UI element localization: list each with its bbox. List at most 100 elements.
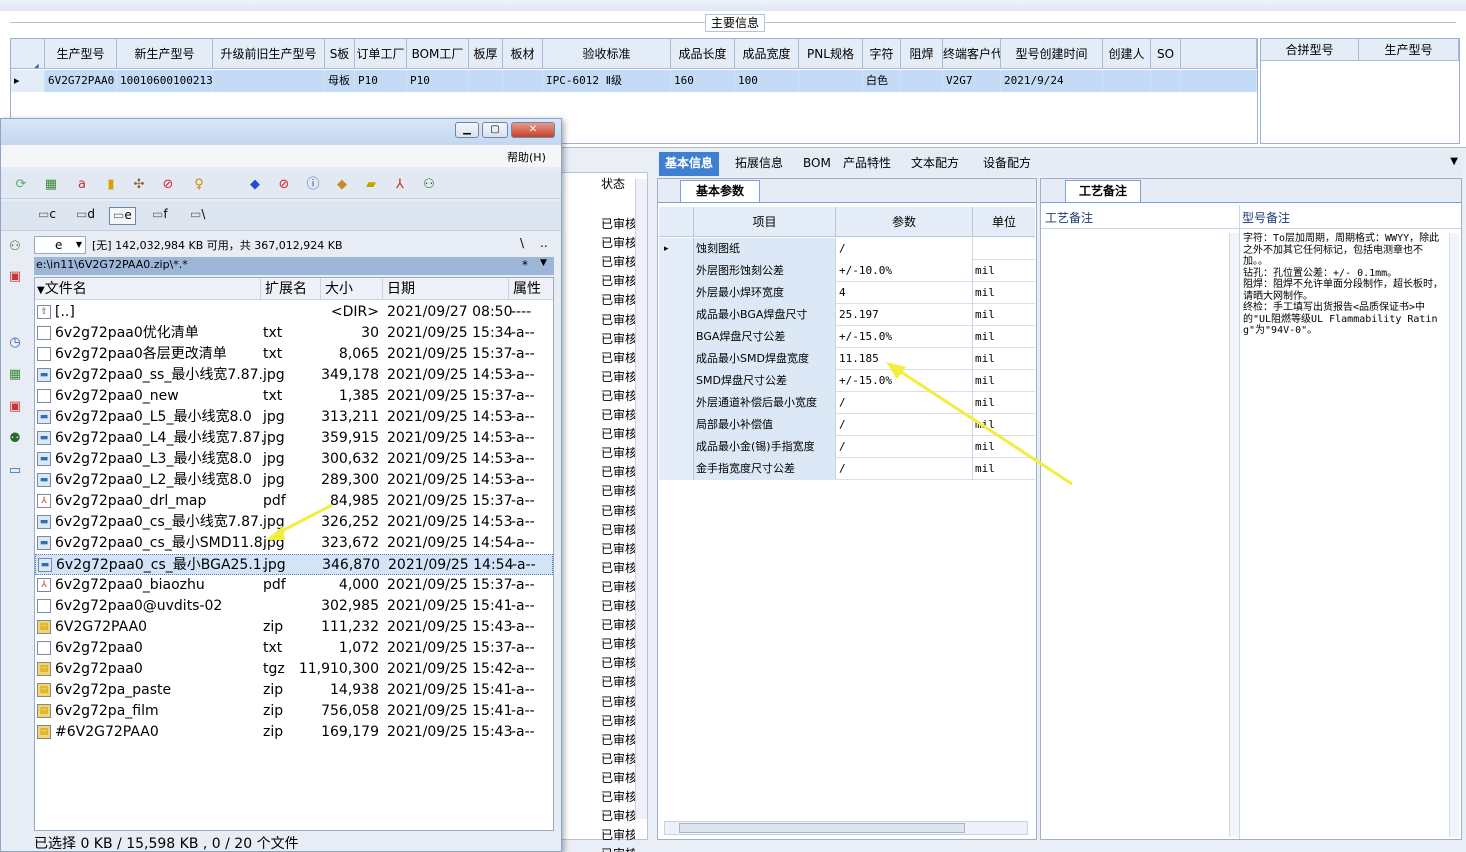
params-hscrollbar[interactable] <box>664 821 1028 835</box>
pdf-icon[interactable]: ⅄ <box>392 177 408 193</box>
file-row[interactable]: ▤ #6V2G72PAA0 zip 169,179 2021/09/25 15:43 -a… <box>35 722 553 743</box>
network-side-icon[interactable]: ⚇ <box>7 239 23 255</box>
main-cell[interactable] <box>1103 70 1151 92</box>
file-row[interactable]: ▤ 6v2g72paa0 tgz 11,910,300 2021/09/25 15:42… <box>35 659 553 680</box>
file-row[interactable]: ▬ 6v2g72paa0_cs_最小线宽7.87.. jpg 326,252 2021/… <box>35 512 553 533</box>
main-cell[interactable]: 母板 <box>325 70 355 92</box>
file-row[interactable]: ▬ 6v2g72paa0_L3_最小线宽8.0 jpg 300,632 2021/09/… <box>35 449 553 470</box>
main-cell[interactable]: P10 <box>407 70 469 92</box>
main-cell[interactable] <box>213 70 325 92</box>
status-header[interactable]: 状态 <box>601 175 625 192</box>
drive-button[interactable]: ▭\ <box>187 207 208 225</box>
main-col-header[interactable]: 终端客户代码 <box>943 39 1001 69</box>
production-model-header[interactable]: 生产型号 <box>1359 39 1459 61</box>
file-row[interactable]: ▤ 6v2g72pa_paste zip 14,938 2021/09/25 15:41… <box>35 680 553 701</box>
col-date[interactable]: 日期 <box>383 278 509 300</box>
main-col-header[interactable]: S板 <box>325 39 355 69</box>
main-cell[interactable]: P10 <box>355 70 407 92</box>
subtab-basic-params[interactable]: 基本参数 <box>680 180 760 202</box>
params-col-value[interactable]: 参数 <box>836 207 973 237</box>
clock-side-icon[interactable]: ◷ <box>7 335 23 351</box>
notes-scrollbar-right[interactable] <box>1449 233 1459 837</box>
menu-help[interactable]: 帮助(H) <box>507 149 546 165</box>
doc2-side-icon[interactable]: ▣ <box>7 399 23 415</box>
main-col-header[interactable]: PNL规格 <box>799 39 863 69</box>
file-row[interactable]: ▤ 6v2g72pa_film zip 756,058 2021/09/25 15:41… <box>35 701 553 722</box>
main-cell[interactable] <box>901 70 943 92</box>
main-cell[interactable]: 2021/9/24 <box>1001 70 1103 92</box>
main-cell[interactable] <box>799 70 863 92</box>
window-side-icon[interactable]: ▭ <box>7 463 23 479</box>
tab-3[interactable]: 产品特性 <box>837 152 897 176</box>
params-col-item[interactable]: 项目 <box>694 207 836 237</box>
drive-button[interactable]: ▭c <box>35 207 59 225</box>
param-value[interactable]: / <box>836 238 973 260</box>
tab-0[interactable]: 基本信息 <box>659 152 720 176</box>
param-value[interactable]: 4 <box>836 282 973 304</box>
file-row[interactable]: 6v2g72paa0各层更改清单 txt 8,065 2021/09/25 15:37… <box>35 344 553 365</box>
main-col-header[interactable]: 成品宽度 <box>735 39 799 69</box>
bookmark-icon[interactable]: ▮ <box>103 177 119 193</box>
main-col-header[interactable]: 生产型号 <box>45 39 117 69</box>
text-icon[interactable]: a <box>74 177 90 193</box>
file-row[interactable]: 6v2g72paa0@uvdits-02 302,985 2021/09/25 15… <box>35 596 553 617</box>
file-row[interactable]: ▬ 6v2g72paa0_cs_最小BGA25.1.. jpg 346,870 2021… <box>35 554 553 575</box>
row-indicator[interactable]: ▸ <box>11 70 45 92</box>
main-col-header[interactable]: 型号创建时间 <box>1001 39 1103 69</box>
parent-button[interactable]: .. <box>540 236 548 250</box>
param-value[interactable]: 25.197 <box>836 304 973 326</box>
main-cell[interactable]: 10010600100213 <box>117 70 213 92</box>
group-side-icon[interactable]: ⚉ <box>7 431 23 447</box>
network-icon[interactable]: ⚇ <box>421 177 437 193</box>
minimize-button[interactable]: ▁ <box>455 122 479 138</box>
param-value[interactable]: +/-15.0% <box>836 326 973 348</box>
tools-icon[interactable]: ✣ <box>131 177 147 193</box>
param-row[interactable]: 成品最小BGA焊盘尺寸 25.197 mil <box>659 304 1035 326</box>
col-filename[interactable]: ▼文件名 <box>35 278 261 300</box>
file-row[interactable]: ▬ 6v2g72paa0_cs_最小SMD11.8.. jpg 323,672 2021… <box>35 533 553 554</box>
param-row[interactable]: 外层图形蚀刻公差 +/-10.0% mil <box>659 260 1035 282</box>
main-cell[interactable]: IPC-6012 Ⅱ级 <box>543 70 671 92</box>
maximize-button[interactable]: ▢ <box>482 122 508 138</box>
history-dropdown-icon[interactable]: ▼ <box>540 258 547 268</box>
main-col-header[interactable]: 板厚 <box>469 39 503 69</box>
file-row[interactable]: ⇧ [..] <DIR> 2021/09/27 08:50 ---- <box>35 302 553 323</box>
main-cell[interactable]: 100 <box>735 70 799 92</box>
param-value[interactable]: +/-15.0% <box>836 370 973 392</box>
info-icon[interactable]: ⓘ <box>305 177 321 193</box>
notes-scrollbar-left[interactable] <box>1229 233 1239 837</box>
param-row[interactable]: BGA焊盘尺寸公差 +/-15.0% mil <box>659 326 1035 348</box>
file-list[interactable]: ▼文件名 扩展名 大小 日期 属性 ⇧ [..] <DIR> 2021/09/27 0… <box>34 277 554 831</box>
window-titlebar[interactable]: ▁ ▢ ✕ <box>1 119 561 145</box>
main-cell[interactable]: 白色 <box>863 70 901 92</box>
param-value[interactable]: / <box>836 392 973 414</box>
file-row[interactable]: ▬ 6v2g72paa0_ss_最小线宽7.87.. jpg 349,178 2021/… <box>35 365 553 386</box>
main-col-header[interactable]: 阻焊 <box>901 39 943 69</box>
main-cell[interactable]: 6V2G72PAA0 <box>45 70 117 92</box>
param-value[interactable]: 11.185 <box>836 348 973 370</box>
path-bar[interactable]: e:\in11\6V2G72PAA0.zip\*.* * ▼ <box>34 257 554 275</box>
main-col-header[interactable]: BOM工厂 <box>407 39 469 69</box>
tab-dropdown-icon[interactable]: ▼ <box>1450 156 1458 167</box>
main-cell[interactable] <box>469 70 503 92</box>
params-col-unit[interactable]: 单位 <box>973 207 1035 237</box>
file-row[interactable]: ⅄ 6v2g72paa0_biaozhu pdf 4,000 2021/09/25 15… <box>35 575 553 596</box>
file-row[interactable]: ▬ 6v2g72paa0_L5_最小线宽8.0 jpg 313,211 2021/09/… <box>35 407 553 428</box>
param-value[interactable]: / <box>836 414 973 436</box>
tab-4[interactable]: 文本配方 <box>905 152 965 176</box>
main-col-header[interactable]: 验收标准 <box>543 39 671 69</box>
color-icon[interactable]: ◆ <box>334 177 350 193</box>
file-row[interactable]: ▬ 6v2g72paa0_L4_最小线宽7.87.. jpg 359,915 2021/… <box>35 428 553 449</box>
subtab-process-notes[interactable]: 工艺备注 <box>1065 180 1141 202</box>
file-row[interactable]: 6v2g72paa0 txt 1,072 2021/09/25 15:37 -a-- <box>35 638 553 659</box>
pin-icon[interactable]: ♀ <box>191 177 207 193</box>
file-row[interactable]: 6v2g72paa0优化清单 txt 30 2021/09/25 15:34 -a-- <box>35 323 553 344</box>
refresh-icon[interactable]: ⟳ <box>13 177 29 193</box>
main-cell[interactable] <box>503 70 543 92</box>
merge-model-header[interactable]: 合拼型号 <box>1261 39 1359 61</box>
file-row[interactable]: ▬ 6v2g72paa0_L2_最小线宽8.0 jpg 289,300 2021/09/… <box>35 470 553 491</box>
main-col-header[interactable]: 成品长度 <box>671 39 735 69</box>
param-row[interactable]: 成品最小金(锡)手指宽度 / mil <box>659 436 1035 458</box>
main-col-header[interactable]: 板材 <box>503 39 543 69</box>
param-row[interactable]: 成品最小SMD焊盘宽度 11.185 mil <box>659 348 1035 370</box>
